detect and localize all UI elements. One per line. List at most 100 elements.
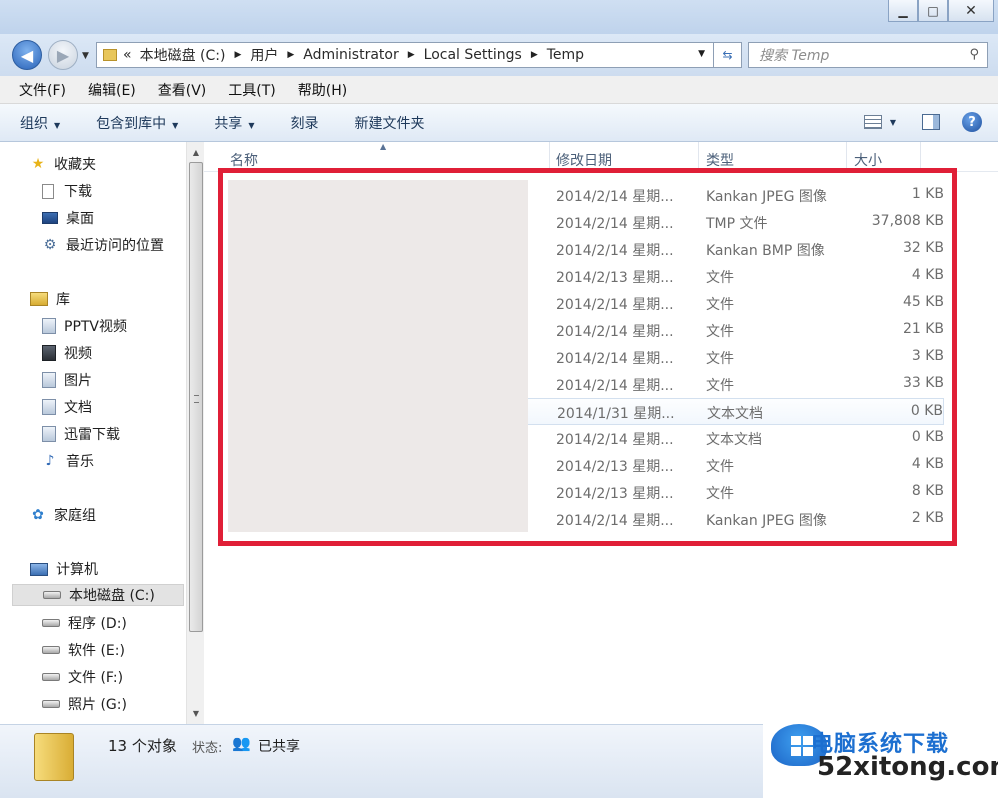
breadcrumb-users[interactable]: 用户 [250, 45, 278, 65]
minimize-button[interactable]: ▁ [888, 0, 918, 22]
address-row: ◀ ▶ ▼ « 本地磁盘 (C:) ▶ 用户 ▶ Administrator ▶… [0, 34, 998, 76]
include-in-library-button[interactable]: 包含到库中 ▼ [96, 113, 178, 133]
column-divider[interactable] [846, 142, 847, 170]
breadcrumb-drive-c[interactable]: 本地磁盘 (C:) [140, 45, 226, 65]
nav-music[interactable]: ♪ 音乐 [42, 450, 94, 472]
search-icon[interactable]: ⚲ [969, 47, 979, 62]
nav-label: 收藏夹 [54, 157, 96, 173]
menu-help[interactable]: 帮助(H) [287, 80, 358, 100]
scroll-down-icon[interactable]: ▼ [187, 705, 205, 722]
burn-button[interactable]: 刻录 [290, 113, 318, 133]
nav-favorites[interactable]: ★ 收藏夹 [30, 153, 96, 175]
breadcrumb-separator-icon[interactable]: ▶ [287, 50, 294, 60]
navigation-scrollbar[interactable]: ▲ ▼ [186, 142, 204, 724]
arrow-right-icon: ▶ [56, 45, 70, 65]
menu-view[interactable]: 查看(V) [147, 80, 218, 100]
column-size[interactable]: 大小 [854, 150, 882, 170]
column-date-modified[interactable]: 修改日期 [556, 150, 612, 170]
share-button[interactable]: 共享 ▼ [214, 113, 254, 133]
column-divider[interactable] [920, 142, 921, 170]
command-bar: 组织 ▼ 包含到库中 ▼ 共享 ▼ 刻录 新建文件夹 ▼ ? [0, 104, 998, 142]
new-folder-button[interactable]: 新建文件夹 [354, 113, 424, 133]
nav-drive-e[interactable]: 软件 (E:) [42, 639, 125, 661]
nav-label: 文件 (F:) [68, 670, 124, 686]
menu-file[interactable]: 文件(F) [8, 80, 77, 100]
highlight-annotation-frame [218, 168, 957, 546]
desktop-icon [42, 212, 58, 224]
library-icon [30, 292, 48, 306]
menu-tools[interactable]: 工具(T) [217, 80, 286, 100]
nav-documents[interactable]: 文档 [42, 396, 92, 418]
nav-homegroup[interactable]: ✿ 家庭组 [30, 504, 96, 526]
nav-recent-places[interactable]: ⚙ 最近访问的位置 [42, 234, 164, 256]
nav-label: 视频 [64, 346, 92, 362]
close-button[interactable]: ✕ [948, 0, 994, 22]
grip-icon [194, 395, 199, 403]
video-icon [42, 345, 56, 361]
nav-label: 库 [56, 292, 70, 308]
drive-icon [42, 673, 60, 681]
breadcrumb-separator-icon[interactable]: ▶ [408, 50, 415, 60]
menu-edit[interactable]: 编辑(E) [77, 80, 147, 100]
recent-pages-dropdown[interactable]: ▼ [82, 51, 89, 61]
nav-label: 桌面 [66, 211, 94, 227]
search-input[interactable]: 搜索 Temp ⚲ [748, 42, 988, 68]
refresh-button[interactable]: ⇆ [714, 42, 742, 68]
title-bar: ▁ □ ✕ [0, 0, 998, 34]
column-type[interactable]: 类型 [706, 150, 734, 170]
documents-icon [42, 399, 56, 415]
nav-label: 下载 [64, 184, 92, 200]
help-icon[interactable]: ? [962, 112, 982, 132]
forward-button[interactable]: ▶ [48, 40, 78, 70]
watermark-url: 52xitong.com [817, 752, 998, 782]
organize-button[interactable]: 组织 ▼ [20, 113, 60, 133]
computer-icon [30, 562, 48, 576]
nav-drive-c[interactable]: 本地磁盘 (C:) [12, 584, 184, 606]
column-name[interactable]: 名称 [230, 150, 258, 170]
shared-users-icon: 👥 [232, 734, 251, 752]
nav-libraries[interactable]: 库 [30, 288, 70, 310]
organize-label: 组织 [20, 115, 48, 132]
view-controls: ▼ ? [863, 112, 982, 132]
windows-logo-icon [791, 736, 813, 756]
details-view-icon[interactable] [863, 115, 882, 129]
menu-bar: 文件(F) 编辑(E) 查看(V) 工具(T) 帮助(H) [0, 76, 998, 104]
nav-drive-g[interactable]: 照片 (G:) [42, 693, 127, 715]
breadcrumb-local-settings[interactable]: Local Settings [424, 47, 522, 63]
preview-pane-icon[interactable] [922, 114, 940, 130]
nav-label: 照片 (G:) [68, 697, 127, 713]
nav-pictures[interactable]: 图片 [42, 369, 92, 391]
view-options-dropdown[interactable]: ▼ [890, 118, 896, 127]
column-divider[interactable] [698, 142, 699, 170]
watermark: 电脑系统下载 52xitong.com [763, 702, 998, 798]
nav-xunlei[interactable]: 迅雷下载 [42, 423, 120, 445]
breadcrumb-overflow[interactable]: « [123, 47, 132, 63]
nav-drive-d[interactable]: 程序 (D:) [42, 612, 127, 634]
breadcrumb-temp[interactable]: Temp [547, 47, 584, 63]
nav-label: 软件 (E:) [68, 643, 125, 659]
scroll-up-icon[interactable]: ▲ [187, 144, 205, 161]
scrollbar-thumb[interactable] [189, 162, 203, 632]
nav-label: 家庭组 [54, 508, 96, 524]
nav-downloads[interactable]: 下载 [42, 180, 92, 202]
nav-desktop[interactable]: 桌面 [42, 207, 94, 229]
folder-icon [34, 733, 74, 781]
nav-drive-f[interactable]: 文件 (F:) [42, 666, 123, 688]
nav-pptv[interactable]: PPTV视频 [42, 315, 127, 337]
breadcrumb-separator-icon[interactable]: ▶ [531, 50, 538, 60]
back-button[interactable]: ◀ [12, 40, 42, 70]
breadcrumb-separator-icon[interactable]: ▶ [234, 50, 241, 60]
maximize-button[interactable]: □ [918, 0, 948, 22]
nav-computer[interactable]: 计算机 [30, 558, 98, 580]
nav-label: PPTV视频 [64, 319, 128, 335]
star-icon: ★ [31, 156, 45, 172]
item-count: 13 个对象 [108, 737, 177, 755]
breadcrumb-administrator[interactable]: Administrator [303, 47, 398, 63]
window-controls: ▁ □ ✕ [888, 0, 994, 22]
nav-videos[interactable]: 视频 [42, 342, 92, 364]
column-divider[interactable] [549, 142, 550, 170]
share-state: 已共享 [258, 739, 300, 755]
address-history-dropdown[interactable]: ▼ [698, 49, 705, 59]
homegroup-icon: ✿ [32, 507, 44, 523]
address-bar[interactable]: « 本地磁盘 (C:) ▶ 用户 ▶ Administrator ▶ Local… [96, 42, 714, 68]
